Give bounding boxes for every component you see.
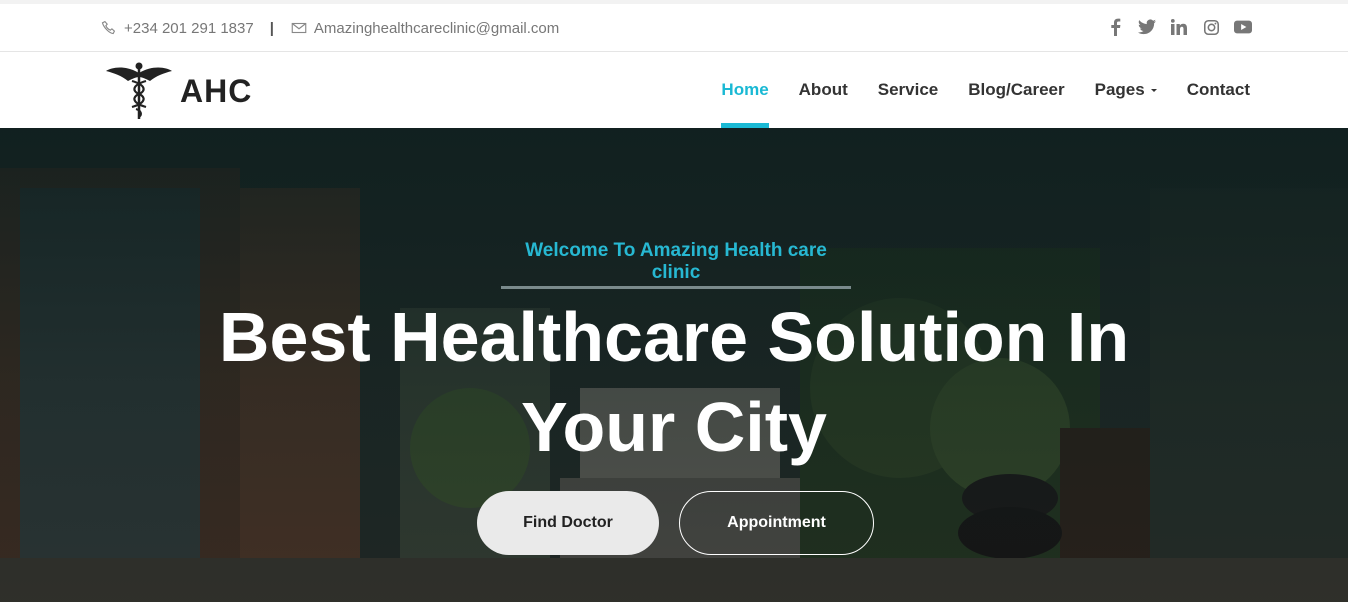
email-link[interactable]: Amazinghealthcareclinic@gmail.com xyxy=(314,20,559,37)
nav-blog-career[interactable]: Blog/Career xyxy=(968,52,1064,128)
nav-service[interactable]: Service xyxy=(878,52,939,128)
brand[interactable]: AHC xyxy=(104,61,252,121)
linkedin-icon[interactable] xyxy=(1170,18,1188,36)
brand-name: AHC xyxy=(180,72,253,109)
phone-number[interactable]: +234 201 291 1837 xyxy=(124,20,254,37)
nav-pages[interactable]: Pages xyxy=(1095,52,1157,128)
twitter-icon[interactable] xyxy=(1138,18,1156,36)
nav-pages-label: Pages xyxy=(1094,80,1145,99)
nav-contact[interactable]: Contact xyxy=(1187,52,1250,128)
caret-down-icon xyxy=(1150,88,1157,92)
hero-banner: Welcome To Amazing Health care clinic Be… xyxy=(0,128,1348,602)
hero-content: Welcome To Amazing Health care clinic Be… xyxy=(0,128,1348,602)
caduceus-icon xyxy=(104,61,174,121)
envelope-icon xyxy=(290,19,308,37)
headline-line-1: Best Healthcare Solution In xyxy=(218,298,1130,376)
facebook-icon[interactable] xyxy=(1106,18,1124,36)
appointment-button[interactable]: Appointment xyxy=(679,491,874,555)
hero-headline: Best Healthcare Solution In Your City xyxy=(174,292,1174,472)
instagram-icon[interactable] xyxy=(1202,18,1220,36)
youtube-icon[interactable] xyxy=(1234,18,1252,36)
find-doctor-button[interactable]: Find Doctor xyxy=(477,491,659,555)
separator: | xyxy=(269,19,274,37)
main-navbar: AHC Home About Service Blog/Career Pages… xyxy=(0,52,1348,128)
welcome-tagline: Welcome To Amazing Health care clinic xyxy=(501,240,851,289)
headline-line-2: Your City xyxy=(521,388,827,466)
phone-icon xyxy=(100,19,118,37)
contact-info: +234 201 291 1837 | Amazinghealthcarecli… xyxy=(100,18,559,38)
main-menu: Home About Service Blog/Career Pages Con… xyxy=(691,52,1250,128)
nav-about[interactable]: About xyxy=(799,52,848,128)
social-links xyxy=(1106,18,1252,36)
nav-home[interactable]: Home xyxy=(721,52,769,128)
top-bar: +234 201 291 1837 | Amazinghealthcarecli… xyxy=(0,0,1348,52)
